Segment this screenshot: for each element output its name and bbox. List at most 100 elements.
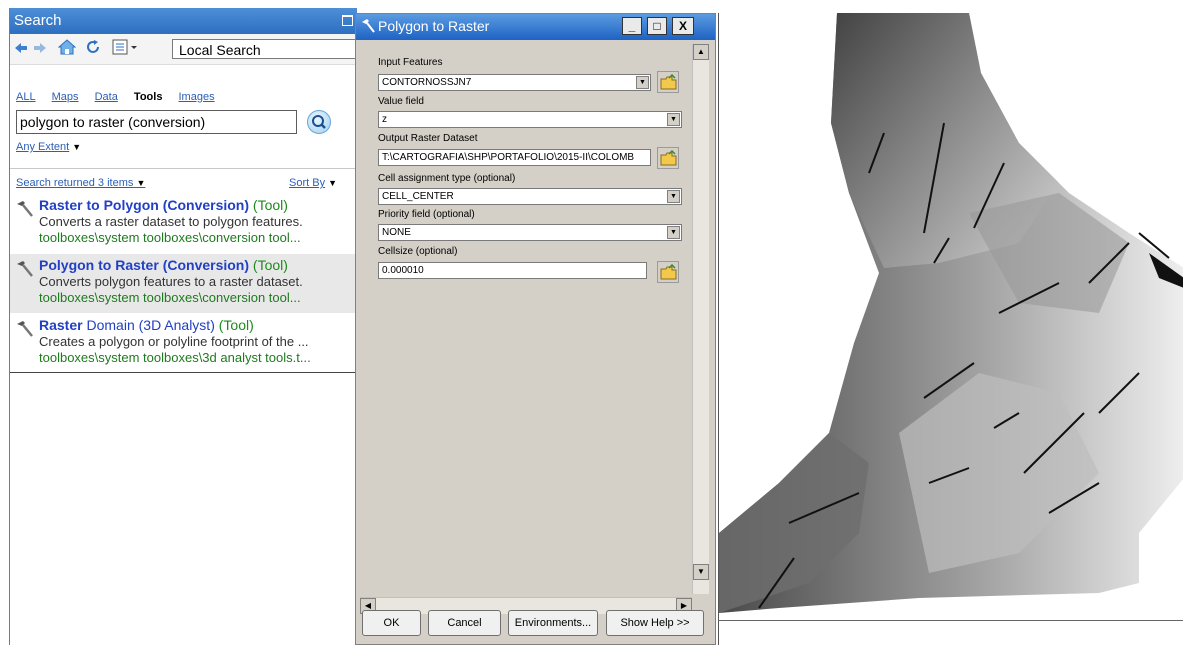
result-path: toolboxes\system toolboxes\conversion to… [39, 230, 301, 245]
divider [10, 372, 357, 373]
priority-field-value: NONE [382, 227, 411, 238]
list-item[interactable]: Polygon to Raster (Conversion) (Tool) Co… [10, 254, 356, 314]
results-list: Raster to Polygon (Conversion) (Tool) Co… [10, 194, 356, 374]
output-raster-value: T:\CARTOGRAFIA\SHP\PORTAFOLIO\2015-II\CO… [382, 152, 635, 163]
chevron-down-icon: ▼ [72, 142, 82, 152]
divider [10, 168, 356, 169]
list-view-icon[interactable] [111, 39, 141, 59]
result-category: (Conversion) [162, 257, 250, 273]
filter-all[interactable]: ALL [16, 91, 36, 103]
result-type: (Tool) [218, 317, 254, 333]
value-field-dropdown[interactable]: z ▼ [378, 111, 682, 128]
filter-maps[interactable]: Maps [52, 91, 79, 103]
chevron-down-icon[interactable]: ▼ [636, 76, 649, 89]
result-name: Raster [39, 317, 83, 333]
hammer-icon [17, 321, 33, 337]
chevron-down-icon[interactable]: ▼ [667, 226, 680, 239]
value-field-label: Value field [378, 96, 424, 107]
output-raster-input[interactable]: T:\CARTOGRAFIA\SHP\PORTAFOLIO\2015-II\CO… [378, 149, 651, 166]
search-magnifier-icon[interactable] [307, 110, 331, 134]
list-item[interactable]: Raster Domain (3D Analyst) (Tool) Create… [10, 314, 356, 374]
scroll-down-icon[interactable]: ▼ [693, 564, 709, 580]
input-features-label: Input Features [378, 57, 443, 68]
result-description: Converts polygon features to a raster da… [39, 274, 303, 289]
refresh-icon[interactable] [84, 39, 102, 59]
cell-assignment-value: CELL_CENTER [382, 191, 454, 202]
chevron-down-icon: ▼ [136, 178, 146, 188]
show-help-button[interactable]: Show Help >> [606, 610, 704, 636]
result-category: (Conversion) [162, 197, 250, 213]
extent-label: Any Extent [16, 141, 70, 153]
result-path: toolboxes\system toolboxes\3d analyst to… [39, 350, 311, 365]
result-name: Raster to Polygon [39, 197, 159, 213]
back-arrow-icon[interactable] [13, 39, 29, 59]
sort-by-dropdown[interactable]: Sort By ▼ [289, 177, 337, 189]
map-view[interactable] [718, 13, 1183, 645]
search-toolbar: Local Search [10, 34, 357, 65]
result-category: Domain (3D Analyst) [86, 317, 215, 333]
dialog-button-bar: OK Cancel Environments... Show Help >> [356, 608, 715, 644]
cellsize-value: 0.000010 [382, 265, 424, 276]
search-query: polygon to raster (conversion) [20, 114, 206, 130]
open-folder-button[interactable] [657, 261, 679, 283]
environments-button[interactable]: Environments... [508, 610, 598, 636]
result-description: Creates a polygon or polyline footprint … [39, 334, 309, 349]
open-folder-icon [660, 150, 677, 166]
search-window: Search Local Search ALL Maps Data Tools … [9, 8, 357, 645]
local-search-dropdown[interactable]: Local Search [172, 39, 356, 59]
minimize-button[interactable]: _ [622, 17, 642, 35]
hammer-icon [362, 19, 375, 33]
search-title-bar: Search [10, 8, 357, 34]
ok-button[interactable]: OK [362, 610, 421, 636]
result-title: Polygon to Raster (Conversion) (Tool) [39, 257, 288, 273]
search-input[interactable]: polygon to raster (conversion) [16, 110, 297, 134]
polygon-to-raster-dialog: Polygon to Raster _ □ X Input Features C… [355, 13, 716, 645]
open-folder-button[interactable] [657, 71, 679, 93]
local-search-label: Local Search [179, 42, 261, 58]
hammer-icon [17, 201, 33, 217]
dialog-body: Input Features CONTORNOSSJN7 ▼ Value fie… [357, 41, 707, 618]
result-title: Raster Domain (3D Analyst) (Tool) [39, 317, 254, 333]
result-type: (Tool) [252, 197, 288, 213]
maximize-button[interactable]: □ [647, 17, 667, 35]
chevron-down-icon: ▼ [328, 178, 338, 188]
search-filters: ALL Maps Data Tools Images [16, 91, 228, 103]
raster-map-image [719, 13, 1183, 613]
dialog-title-bar: Polygon to Raster _ □ X [356, 14, 715, 40]
chevron-down-icon[interactable]: ▼ [667, 190, 680, 203]
value-field-value: z [382, 114, 387, 125]
filter-data[interactable]: Data [95, 91, 118, 103]
open-folder-icon [660, 74, 677, 90]
chevron-down-icon[interactable]: ▼ [667, 113, 680, 126]
result-path: toolboxes\system toolboxes\conversion to… [39, 290, 301, 305]
output-raster-label: Output Raster Dataset [378, 133, 478, 144]
result-title: Raster to Polygon (Conversion) (Tool) [39, 197, 288, 213]
cancel-button[interactable]: Cancel [428, 610, 501, 636]
cell-assignment-dropdown[interactable]: CELL_CENTER ▼ [378, 188, 682, 205]
cellsize-input[interactable]: 0.000010 [378, 262, 647, 279]
result-count[interactable]: Search returned 3 items ▼ [16, 177, 145, 189]
search-title: Search [14, 12, 62, 29]
input-features-dropdown[interactable]: CONTORNOSSJN7 ▼ [378, 74, 651, 91]
home-icon[interactable] [56, 39, 78, 59]
result-type: (Tool) [252, 257, 288, 273]
list-item[interactable]: Raster to Polygon (Conversion) (Tool) Co… [10, 194, 356, 254]
hammer-icon [17, 261, 33, 277]
maximize-icon[interactable] [342, 15, 353, 26]
vertical-scrollbar[interactable]: ▲ ▼ [692, 44, 709, 594]
filter-tools[interactable]: Tools [134, 91, 163, 103]
result-name: Polygon to Raster [39, 257, 159, 273]
forward-arrow-icon[interactable] [32, 39, 48, 59]
open-folder-button[interactable] [657, 147, 679, 169]
priority-field-dropdown[interactable]: NONE ▼ [378, 224, 682, 241]
extent-dropdown[interactable]: Any Extent ▼ [16, 141, 81, 153]
cell-assignment-label: Cell assignment type (optional) [378, 173, 516, 184]
result-count-label: Search returned 3 items [16, 177, 134, 189]
sort-by-label: Sort By [289, 177, 326, 189]
open-folder-icon [660, 264, 677, 280]
scroll-up-icon[interactable]: ▲ [693, 44, 709, 60]
filter-images[interactable]: Images [179, 91, 215, 103]
close-button[interactable]: X [672, 17, 694, 35]
divider [718, 620, 1183, 621]
dialog-title: Polygon to Raster [378, 18, 490, 34]
